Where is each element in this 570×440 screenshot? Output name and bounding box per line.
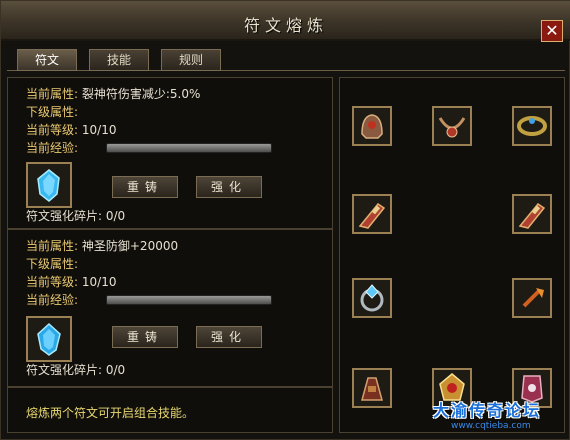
rune-section-1: 当前属性: 裂神符伤害减少:5.0% 下级属性: 当前等级: 10/10 当前经… <box>8 78 332 228</box>
level-value: 10/10 <box>81 275 117 289</box>
tab-rules[interactable]: 规则 <box>161 49 221 71</box>
watermark-title: 大渝传奇论坛 <box>433 401 542 420</box>
equip-slot-necklace[interactable] <box>432 106 472 146</box>
rune-details-panel: 当前属性: 裂神符伤害减少:5.0% 下级属性: 当前等级: 10/10 当前经… <box>7 77 333 433</box>
equipment-panel <box>339 77 565 433</box>
level-value: 10/10 <box>81 123 117 137</box>
fragments-label: 符文强化碎片: <box>26 209 103 223</box>
equip-slot-gauntlet-left[interactable] <box>352 194 392 234</box>
exp-label: 当前经验: <box>26 141 79 155</box>
recast-button[interactable]: 重铸 <box>112 326 178 348</box>
rune-smelting-window: 符文熔炼 ✕ 符文 技能 规则 当前属性: 裂神符伤害减少:5.0% 下级属性:… <box>0 0 570 440</box>
enhance-button[interactable]: 强化 <box>196 326 262 348</box>
tab-bar: 符文 技能 规则 <box>7 45 565 71</box>
fragments-value: 0/0 <box>105 209 126 223</box>
next-attr-label: 下级属性: <box>26 257 79 271</box>
equip-slot-bracelet[interactable] <box>512 106 552 146</box>
window-title: 符文熔炼 <box>243 16 328 35</box>
fragments-label: 符文强化碎片: <box>26 363 103 377</box>
gauntlet-icon <box>518 202 546 229</box>
rune-section-2: 当前属性: 神圣防御+20000 下级属性: 当前等级: 10/10 当前经验: <box>8 230 332 384</box>
equip-slot-medal[interactable] <box>512 278 552 318</box>
crystal-rune-icon <box>37 169 60 202</box>
current-attr-value: 裂神符伤害减少:5.0% <box>81 87 201 101</box>
tab-skills[interactable]: 技能 <box>89 49 149 71</box>
exp-bar <box>106 295 272 305</box>
fragments-value: 0/0 <box>105 363 126 377</box>
watermark-url: www.cqtieba.com <box>451 421 531 431</box>
rune-slot-2[interactable] <box>26 316 72 362</box>
helmet-icon <box>361 114 383 139</box>
level-label: 当前等级: <box>26 123 79 137</box>
exp-label: 当前经验: <box>26 293 79 307</box>
title-bar[interactable]: 符文熔炼 ✕ <box>1 1 570 42</box>
forum-watermark: 大渝传奇论坛 www.cqtieba.com <box>433 397 541 431</box>
level-label: 当前等级: <box>26 275 79 289</box>
equip-slot-gauntlet-right[interactable] <box>512 194 552 234</box>
equip-slot-helmet[interactable] <box>352 106 392 146</box>
current-attr-value: 神圣防御+20000 <box>81 239 179 253</box>
bracelet-icon <box>517 116 547 136</box>
crystal-rune-icon <box>37 322 61 356</box>
gauntlet-icon <box>358 202 386 229</box>
section-divider <box>8 386 332 388</box>
enhance-button[interactable]: 强化 <box>196 176 262 198</box>
medal-icon <box>522 288 544 308</box>
current-attr-label: 当前属性: <box>26 87 79 101</box>
equip-slot-belt[interactable] <box>352 368 392 408</box>
belt-icon <box>361 377 383 401</box>
rune-slot-1[interactable] <box>26 162 72 208</box>
tab-runes[interactable]: 符文 <box>17 49 77 71</box>
exp-bar <box>106 143 272 153</box>
equip-slot-ring[interactable] <box>352 278 392 318</box>
next-attr-label: 下级属性: <box>26 105 79 119</box>
recast-button[interactable]: 重铸 <box>112 176 178 198</box>
necklace-icon <box>438 117 466 138</box>
combo-skill-hint: 熔炼两个符文可开启组合技能。 <box>26 406 195 420</box>
close-button[interactable]: ✕ <box>541 20 563 42</box>
ring-icon <box>360 284 384 312</box>
current-attr-label: 当前属性: <box>26 239 79 253</box>
